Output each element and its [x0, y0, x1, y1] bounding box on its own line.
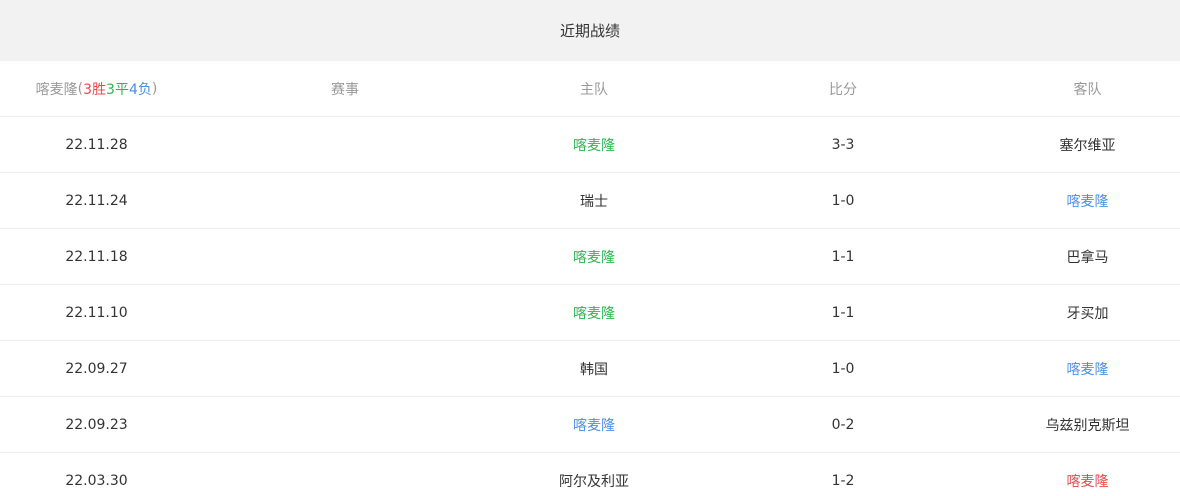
row-competition [193, 453, 497, 496]
header-paren-close: ) [151, 80, 158, 97]
table-row: 22.11.10 喀麦隆 1-1 牙买加 [0, 285, 1180, 341]
row-home-team[interactable]: 阿尔及利亚 [497, 453, 691, 496]
row-away-team[interactable]: 牙买加 [995, 285, 1180, 340]
row-home-team[interactable]: 喀麦隆 [497, 229, 691, 284]
header-draws: 3平 [106, 81, 129, 98]
recent-results-panel: 近期战绩 喀麦隆(3胜 3平 4负) 赛事 主队 比分 客队 22.11.28 喀麦隆… [0, 0, 1180, 496]
row-home-team[interactable]: 韩国 [497, 341, 691, 396]
row-date: 22.11.28 [65, 136, 128, 153]
row-competition [193, 341, 497, 396]
row-date: 22.03.30 [65, 472, 128, 489]
section-title-bar: 近期战绩 [0, 0, 1180, 61]
row-competition [193, 117, 497, 172]
row-date: 22.11.24 [65, 192, 128, 209]
table-row: 22.09.23 喀麦隆 0-2 乌兹别克斯坦 [0, 397, 1180, 453]
header-score: 比分 [829, 81, 857, 98]
row-home-team[interactable]: 瑞士 [497, 173, 691, 228]
row-score: 1-0 [831, 360, 855, 377]
row-score: 1-0 [831, 192, 855, 209]
row-away-team[interactable]: 喀麦隆 [995, 173, 1180, 228]
row-home-team[interactable]: 喀麦隆 [497, 285, 691, 340]
row-home-team[interactable]: 喀麦隆 [497, 397, 691, 452]
row-home-team[interactable]: 喀麦隆 [497, 117, 691, 172]
row-away-team[interactable]: 乌兹别克斯坦 [995, 397, 1180, 452]
row-competition [193, 285, 497, 340]
header-team-name: 喀麦隆 [35, 81, 78, 98]
row-date: 22.09.27 [65, 360, 128, 377]
row-away-team[interactable]: 喀麦隆 [995, 341, 1180, 396]
header-losses: 4负 [128, 81, 152, 98]
table-row: 22.09.27 韩国 1-0 喀麦隆 [0, 341, 1180, 397]
header-wins: 3胜 [83, 81, 107, 98]
row-date: 22.09.23 [65, 416, 128, 433]
row-score: 3-3 [831, 136, 855, 153]
row-score: 1-2 [831, 472, 855, 489]
row-competition [193, 229, 497, 284]
row-away-team[interactable]: 巴拿马 [995, 229, 1180, 284]
row-competition [193, 173, 497, 228]
table-row: 22.03.30 阿尔及利亚 1-2 喀麦隆 [0, 453, 1180, 496]
row-away-team[interactable]: 喀麦隆 [995, 453, 1180, 496]
table-row: 22.11.28 喀麦隆 3-3 塞尔维亚 [0, 117, 1180, 173]
table-row: 22.11.18 喀麦隆 1-1 巴拿马 [0, 229, 1180, 285]
row-score: 1-1 [831, 304, 855, 321]
row-competition [193, 397, 497, 452]
section-title: 近期战绩 [559, 22, 620, 40]
row-away-team[interactable]: 塞尔维亚 [995, 117, 1180, 172]
header-home: 主队 [580, 81, 608, 98]
table-header-row: 喀麦隆(3胜 3平 4负) 赛事 主队 比分 客队 [0, 61, 1180, 117]
row-date: 22.11.10 [65, 304, 128, 321]
row-score: 1-1 [831, 248, 855, 265]
header-team-record: 喀麦隆(3胜 3平 4负) [0, 61, 193, 116]
row-score: 0-2 [831, 416, 855, 433]
results-table-body: 22.11.28 喀麦隆 3-3 塞尔维亚 22.11.24 瑞士 1-0 喀麦隆 22.11.… [0, 117, 1180, 496]
header-competition: 赛事 [331, 81, 359, 98]
header-away: 客队 [1073, 81, 1102, 98]
row-date: 22.11.18 [65, 248, 128, 265]
table-row: 22.11.24 瑞士 1-0 喀麦隆 [0, 173, 1180, 229]
